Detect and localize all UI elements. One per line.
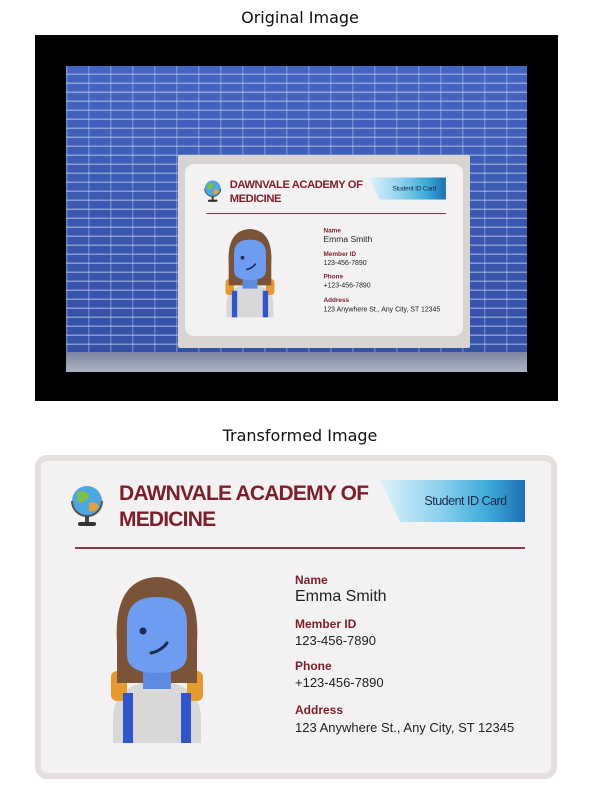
member-id-value: 123-456-7890	[295, 633, 376, 648]
address-label: Address	[295, 703, 344, 717]
sidewalk	[66, 352, 527, 372]
brick-wall-background: DAWNVALE ACADEMY OF MEDICINE Student ID …	[66, 66, 527, 372]
id-card-large: DAWNVALE ACADEMY OF MEDICINE Student ID …	[35, 455, 557, 779]
name-label: Name	[295, 573, 328, 587]
header-divider	[206, 212, 446, 215]
member-id-label: Member ID	[323, 250, 357, 258]
globe-icon	[71, 486, 103, 526]
address-value: 123 Anywhere St., Any City, ST 12345	[295, 720, 515, 735]
globe-icon	[204, 180, 222, 202]
header-divider	[75, 547, 525, 549]
address-value: 123 Anywhere St., Any City, ST 12345	[323, 305, 441, 314]
school-name: DAWNVALE ACADEMY OF MEDICINE	[229, 178, 363, 205]
school-name: DAWNVALE ACADEMY OF MEDICINE	[119, 482, 369, 531]
id-card-ribbon: Student ID Card	[368, 177, 446, 200]
phone-value: +123-456-7890	[323, 281, 371, 290]
phone-label: Phone	[323, 272, 344, 281]
student-avatar	[225, 228, 275, 318]
id-card-ribbon: Student ID Card	[380, 480, 525, 522]
member-id-label: Member ID	[295, 617, 357, 631]
address-label: Address	[323, 296, 350, 304]
member-id-value: 123-456-7890	[323, 258, 367, 267]
original-image-title: Original Image	[241, 8, 359, 27]
original-image: DAWNVALE ACADEMY OF MEDICINE Student ID …	[35, 35, 558, 401]
card-content: DAWNVALE ACADEMY OF MEDICINE Student ID …	[185, 164, 463, 337]
transformed-image-title: Transformed Image	[222, 426, 378, 445]
name-value: Emma Smith	[323, 234, 373, 244]
id-card-badge-label: Student ID Card	[392, 184, 437, 193]
card-content: DAWNVALE ACADEMY OF MEDICINE Student ID …	[35, 455, 557, 779]
phone-label: Phone	[295, 659, 332, 673]
id-card-small: DAWNVALE ACADEMY OF MEDICINE Student ID …	[185, 164, 463, 336]
phone-value: +123-456-7890	[295, 675, 384, 690]
id-card-badge-label: Student ID Card	[424, 494, 507, 508]
name-label: Name	[323, 226, 341, 235]
student-avatar	[111, 577, 203, 743]
name-value: Emma Smith	[295, 588, 387, 605]
